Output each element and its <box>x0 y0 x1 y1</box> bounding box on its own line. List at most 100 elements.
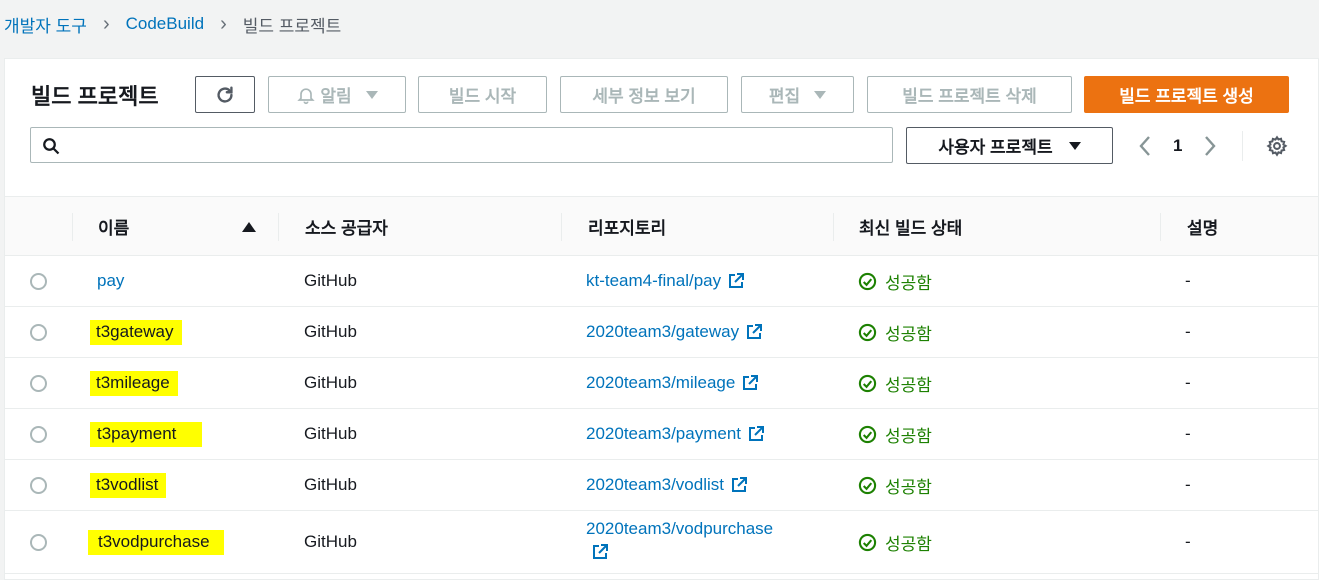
build-status: 성공함 <box>885 324 932 344</box>
create-project-label: 빌드 프로젝트 생성 <box>1119 87 1254 106</box>
description: - <box>1185 532 1191 551</box>
source-provider: GitHub <box>304 322 357 341</box>
breadcrumb-developer-tools[interactable]: 개발자 도구 <box>4 12 87 37</box>
success-check-icon <box>858 533 877 551</box>
repository-link[interactable]: 2020team3/vodlist <box>586 475 724 495</box>
description: - <box>1185 271 1191 290</box>
breadcrumb-build-projects: 빌드 프로젝트 <box>242 16 342 36</box>
refresh-icon <box>217 85 233 103</box>
caret-down-icon <box>1068 141 1081 150</box>
project-name-link[interactable]: t3vodpurchase <box>88 529 224 555</box>
build-status: 성공함 <box>885 534 932 554</box>
start-build-button[interactable]: 빌드 시작 <box>418 76 547 113</box>
row-select-radio[interactable] <box>30 374 47 392</box>
column-header-repository[interactable]: 리포지토리 <box>588 197 666 255</box>
bell-icon <box>297 87 316 104</box>
table-row[interactable]: t3gateway GitHub 2020team3/gateway 성공함 - <box>5 307 1318 358</box>
pagination: 1 <box>1133 131 1244 161</box>
repository-link[interactable]: 2020team3/gateway <box>586 322 739 342</box>
column-divider <box>72 213 73 241</box>
external-link-icon[interactable] <box>748 426 764 442</box>
row-select-radio[interactable] <box>30 425 47 443</box>
column-header-name[interactable]: 이름 <box>98 197 129 255</box>
success-check-icon <box>858 374 877 392</box>
column-divider <box>1160 213 1161 241</box>
build-status: 성공함 <box>885 273 932 293</box>
build-projects-panel: 빌드 프로젝트 알림 빌드 시작 세부 정보 보기 편집 빌드 프로젝트 삭제 … <box>4 58 1319 580</box>
repository-link[interactable]: kt-team4-final/pay <box>586 271 721 291</box>
table-row[interactable]: t3vodlist GitHub 2020team3/vodlist 성공함 - <box>5 460 1318 511</box>
success-check-icon <box>858 476 877 494</box>
search-box <box>30 127 893 163</box>
table-row[interactable]: pay GitHub kt-team4-final/pay 성공함 - <box>5 256 1318 307</box>
project-name-link[interactable]: t3payment <box>90 421 203 447</box>
row-select-radio[interactable] <box>30 476 47 494</box>
source-provider: GitHub <box>304 424 357 443</box>
gear-icon[interactable] <box>1266 135 1288 157</box>
description: - <box>1185 475 1191 494</box>
chevron-right-icon <box>1205 136 1217 156</box>
row-select-radio[interactable] <box>30 533 47 551</box>
description: - <box>1185 373 1191 392</box>
chevron-left-icon <box>1139 136 1150 156</box>
build-status: 성공함 <box>885 477 932 497</box>
column-header-description[interactable]: 설명 <box>1187 197 1218 255</box>
alarm-label: 알림 <box>320 87 352 106</box>
column-divider <box>561 213 562 241</box>
view-details-label: 세부 정보 보기 <box>592 87 696 106</box>
external-link-icon[interactable] <box>731 477 747 493</box>
caret-down-icon <box>365 90 378 99</box>
delete-project-button[interactable]: 빌드 프로젝트 삭제 <box>867 76 1072 113</box>
edit-label: 편집 <box>768 87 801 106</box>
external-link-icon[interactable] <box>746 324 763 340</box>
project-name-link[interactable]: t3mileage <box>90 370 178 396</box>
source-provider: GitHub <box>304 373 357 392</box>
table-row[interactable]: t3payment GitHub 2020team3/payment 성공함 - <box>5 409 1318 460</box>
source-provider: GitHub <box>304 271 357 290</box>
next-page-button[interactable] <box>1198 133 1222 159</box>
build-status: 성공함 <box>885 375 932 395</box>
description: - <box>1185 424 1191 443</box>
sort-ascending-icon[interactable] <box>242 222 256 232</box>
project-name-link[interactable]: t3vodlist <box>90 472 167 498</box>
success-check-icon <box>858 272 877 290</box>
project-filter-value: 사용자 프로젝트 <box>938 138 1053 157</box>
table-row[interactable]: t3vodpurchase GitHub 2020team3/vodpurcha… <box>5 511 1318 574</box>
repository-link[interactable]: 2020team3/vodpurchase <box>586 519 773 538</box>
project-name-link[interactable]: pay <box>97 271 124 291</box>
alarm-button[interactable]: 알림 <box>268 76 406 113</box>
external-link-icon[interactable] <box>728 273 745 289</box>
project-filter-select[interactable]: 사용자 프로젝트 <box>906 127 1113 164</box>
page-title: 빌드 프로젝트 <box>31 84 159 109</box>
column-divider <box>833 213 834 241</box>
column-header-status[interactable]: 최신 빌드 상태 <box>859 197 962 255</box>
chevron-right-icon: › <box>220 13 227 35</box>
column-header-source[interactable]: 소스 공급자 <box>305 197 388 255</box>
delete-project-label: 빌드 프로젝트 삭제 <box>902 87 1037 106</box>
external-link-icon[interactable] <box>742 375 759 391</box>
breadcrumb-codebuild[interactable]: CodeBuild <box>126 14 204 34</box>
source-provider: GitHub <box>304 532 357 551</box>
table-header: 이름 소스 공급자 리포지토리 최신 빌드 상태 설명 <box>5 196 1318 256</box>
repository-link[interactable]: 2020team3/payment <box>586 424 741 444</box>
table-row[interactable]: t3mileage GitHub 2020team3/mileage 성공함 - <box>5 358 1318 409</box>
create-project-button[interactable]: 빌드 프로젝트 생성 <box>1084 76 1289 113</box>
row-select-radio[interactable] <box>30 323 47 341</box>
edit-button[interactable]: 편집 <box>741 76 854 113</box>
start-build-label: 빌드 시작 <box>448 87 517 106</box>
refresh-button[interactable] <box>195 76 255 113</box>
previous-page-button[interactable] <box>1133 133 1157 159</box>
external-link-icon[interactable] <box>592 544 608 560</box>
repository-link[interactable]: 2020team3/mileage <box>586 373 735 393</box>
view-details-button[interactable]: 세부 정보 보기 <box>560 76 728 113</box>
description: - <box>1185 322 1191 341</box>
pager-divider <box>1242 131 1244 161</box>
breadcrumb: 개발자 도구 › CodeBuild › 빌드 프로젝트 <box>4 12 341 36</box>
row-select-radio[interactable] <box>30 272 47 290</box>
source-provider: GitHub <box>304 475 357 494</box>
project-name-link[interactable]: t3gateway <box>90 319 182 345</box>
page-number[interactable]: 1 <box>1173 136 1182 156</box>
search-input[interactable] <box>31 128 892 162</box>
caret-down-icon <box>814 90 827 99</box>
search-icon <box>43 138 60 155</box>
